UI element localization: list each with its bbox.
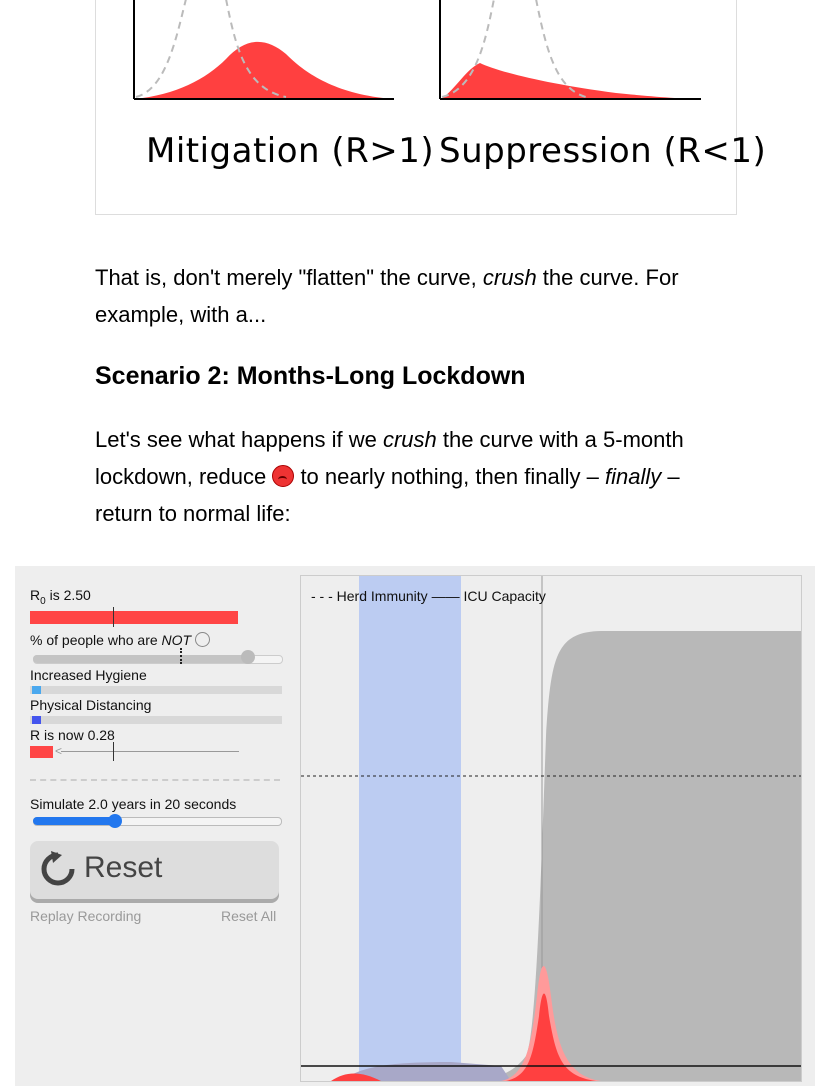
paragraph-crush-curve: That is, don't merely "flatten" the curv… <box>95 265 679 327</box>
r-now-bar <box>30 746 53 758</box>
simulate-speed-fill <box>33 817 117 825</box>
chart-legend: - - - Herd Immunity —— ICU Capacity <box>311 588 546 604</box>
mitigation-suppression-figure: Mitigation (R>1) Suppression (R<1) <box>95 0 766 215</box>
r-now-marker <box>113 742 114 761</box>
not-infected-fill <box>33 655 248 663</box>
scenario-heading: Scenario 2: Months-Long Lockdown <box>95 362 526 390</box>
paragraph-lockdown: Let's see what happens if we crush the c… <box>95 427 684 526</box>
distancing-label: Physical Distancing <box>30 697 152 713</box>
curve-illustration <box>133 0 701 100</box>
suppression-curve <box>441 63 700 99</box>
sick-face-icon <box>272 465 295 487</box>
distancing-slider[interactable] <box>30 716 282 724</box>
r-now-arrow-line <box>61 751 239 752</box>
simulate-speed-thumb[interactable] <box>108 814 122 828</box>
r-now-label: R is now 0.28 <box>30 727 115 743</box>
icu-capacity-legend: —— ICU Capacity <box>431 588 546 604</box>
not-infected-slider-thumb[interactable] <box>241 650 255 664</box>
simulation-chart: - - - Herd Immunity —— ICU Capacity <box>300 575 802 1082</box>
mitigation-caption: Mitigation (R>1) <box>146 131 435 171</box>
lockdown-band <box>359 576 461 1081</box>
reset-icon <box>41 851 75 886</box>
face-icon <box>194 632 210 647</box>
herd-immunity-legend: - - - Herd Immunity <box>311 588 428 604</box>
simulate-label: Simulate 2.0 years in 20 seconds <box>30 796 237 812</box>
hygiene-slider[interactable] <box>30 686 282 694</box>
r0-bar <box>30 611 238 624</box>
not-infected-label: % of people who are NOT <box>30 632 210 648</box>
r0-label: R0 is 2.50 <box>30 587 91 607</box>
simulation-panel: R0 is 2.50 % of people who are NOT Incre… <box>15 566 815 1086</box>
divider <box>30 779 280 781</box>
r0-marker <box>113 607 114 627</box>
reset-button[interactable]: Reset <box>30 841 279 899</box>
replay-recording-link[interactable]: Replay Recording <box>30 908 141 924</box>
suppression-caption: Suppression (R<1) <box>439 131 767 171</box>
reset-label: Reset <box>84 851 163 884</box>
herd-threshold-marker <box>180 648 182 664</box>
hygiene-label: Increased Hygiene <box>30 667 147 683</box>
distancing-slider-thumb[interactable] <box>32 716 41 724</box>
left-arrow-icon: < <box>55 744 63 758</box>
reset-all-link[interactable]: Reset All <box>221 908 276 924</box>
hygiene-slider-thumb[interactable] <box>32 686 41 694</box>
simulation-chart-plot <box>301 576 801 1081</box>
